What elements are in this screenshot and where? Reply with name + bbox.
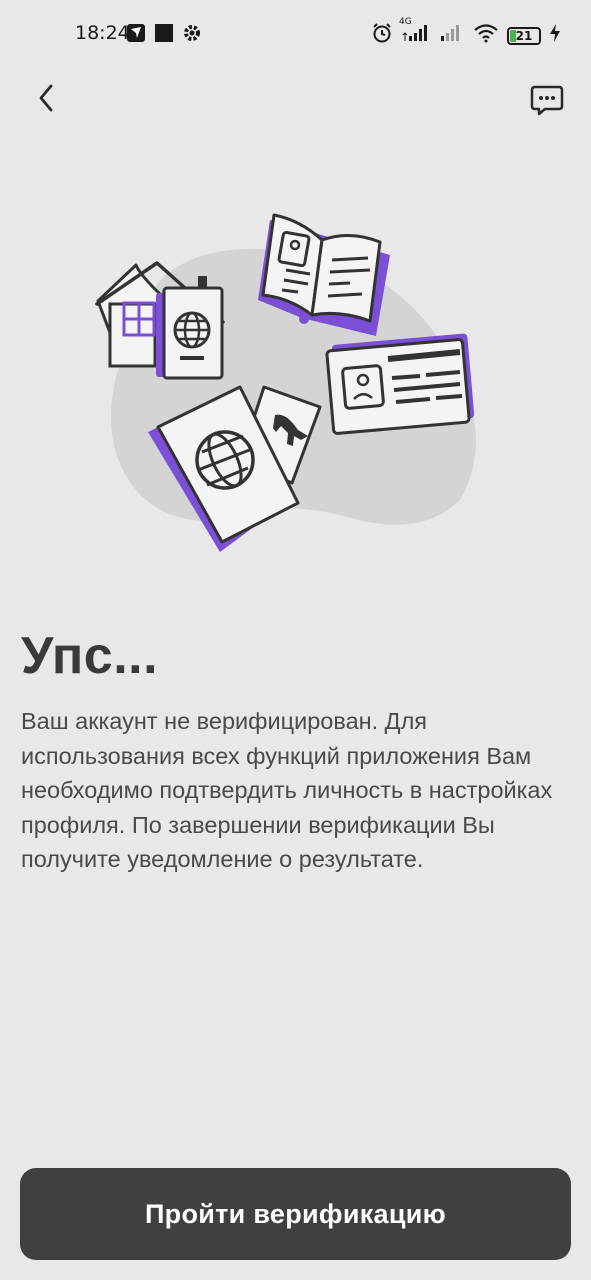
battery-level: 21 — [515, 28, 533, 43]
settings-icon — [182, 23, 202, 48]
charging-icon — [549, 23, 561, 48]
verification-illustration — [80, 200, 500, 570]
id-card-icon — [325, 333, 475, 435]
back-button[interactable] — [26, 80, 66, 120]
verification-description: Ваш аккаунт не верифицирован. Для исполь… — [21, 708, 553, 872]
cellular-signal-icon: 4G — [399, 17, 431, 48]
top-nav — [0, 70, 591, 134]
battery-icon: 21 — [507, 26, 541, 45]
status-bar: 18:24 4G 21 — [0, 0, 591, 68]
cellular-signal-2-icon — [439, 23, 465, 48]
status-time: 18:24 — [75, 22, 130, 44]
wifi-icon — [473, 23, 499, 48]
passport-icon — [156, 286, 224, 380]
chat-bubble-icon — [529, 82, 565, 123]
navigation-icon — [126, 23, 146, 48]
alarm-icon — [371, 22, 393, 49]
square-app-icon — [154, 23, 174, 48]
status-right-icons: 4G 21 — [371, 17, 561, 49]
network-type-label: 4G — [399, 17, 412, 27]
page-title: Упс... — [21, 627, 159, 685]
chevron-left-icon — [36, 82, 56, 119]
status-left-icons — [126, 23, 202, 48]
verify-button[interactable]: Пройти верификацию — [20, 1168, 571, 1260]
support-chat-button[interactable] — [525, 80, 569, 124]
